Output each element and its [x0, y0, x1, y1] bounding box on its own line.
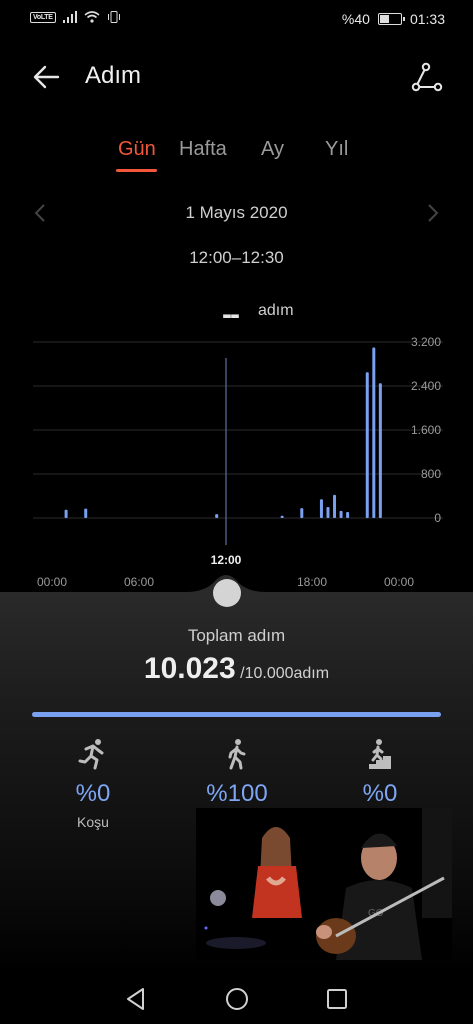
tab-month[interactable]: Ay — [261, 138, 284, 161]
tab-year[interactable]: Yıl — [325, 138, 348, 161]
goal-progress-fill — [32, 712, 441, 717]
selected-value: -- adım — [0, 288, 473, 331]
x-tick-label: 00:00 — [384, 575, 414, 589]
running-percent: %0 — [75, 780, 111, 807]
chevron-right-icon[interactable] — [425, 202, 441, 224]
stairs-icon — [369, 739, 391, 769]
system-nav-bar — [0, 972, 473, 1024]
vibrate-icon — [107, 11, 120, 23]
chart-bar — [84, 508, 88, 518]
chart-bar — [378, 383, 382, 518]
activity-stairs[interactable]: %0 — [330, 738, 430, 808]
battery-icon — [377, 13, 405, 25]
x-tick-label: 18:00 — [297, 575, 327, 589]
chart-bar — [365, 372, 369, 518]
chart-bar — [319, 499, 323, 518]
nav-back-icon[interactable] — [123, 986, 149, 1012]
date-navigator: 1 Mayıs 2020 — [0, 198, 473, 228]
chart-bar — [280, 515, 284, 518]
wifi-icon — [84, 11, 100, 23]
y-tick-label: 3.200 — [411, 335, 441, 349]
signal-icon — [62, 11, 77, 23]
share-icon[interactable] — [411, 62, 443, 92]
walking-icon — [228, 739, 246, 770]
total-steps-label: Toplam adım — [187, 626, 286, 645]
y-tick-label: 1.600 — [411, 423, 441, 437]
stairs-percent: %0 — [362, 780, 398, 807]
page-title: Adım — [85, 62, 142, 89]
total-steps-goal: /10.000adım — [240, 665, 330, 682]
activity-running[interactable]: %0 Koşu — [43, 738, 143, 830]
x-tick-label: 06:00 — [124, 575, 154, 589]
chart-bar — [215, 514, 219, 518]
steps-chart[interactable]: 3.200 2.400 1.600 800 0 00:00 06:00 12:00 18:00 0… — [0, 330, 473, 592]
activity-walking[interactable]: %100 — [187, 738, 287, 808]
video-overlay: GO — [196, 808, 452, 960]
running-icon — [78, 739, 104, 770]
time-scrubber-handle[interactable] — [213, 579, 241, 607]
y-tick-label: 2.400 — [411, 379, 441, 393]
chart-bar — [326, 507, 330, 518]
x-tick-label: 00:00 — [37, 575, 67, 589]
selected-steps-unit: adım — [258, 302, 294, 319]
chart-bar — [333, 494, 337, 518]
status-bar: VoLTE %40 01:33 — [0, 0, 473, 40]
y-tick-label: 800 — [421, 467, 441, 481]
date-label: 1 Mayıs 2020 — [185, 203, 288, 222]
chart-bar — [346, 511, 350, 518]
arrow-left-icon[interactable] — [30, 62, 64, 92]
volte-indicator: VoLTE — [30, 11, 56, 23]
time-range-label: 12:00–12:30 — [189, 248, 284, 267]
running-label: Koşu — [77, 814, 109, 830]
total-steps-value: 10.023 — [143, 652, 236, 685]
chart-bar — [372, 347, 376, 518]
period-tabs: Gün Hafta Ay Yıl — [0, 138, 473, 178]
clock: 01:33 — [409, 11, 445, 27]
tab-day[interactable]: Gün — [118, 138, 156, 161]
chart-bar — [339, 510, 343, 518]
active-tab-indicator — [116, 169, 157, 172]
selected-steps-value: -- — [222, 298, 240, 331]
y-tick-label: 0 — [434, 511, 441, 525]
chart-bar — [300, 508, 304, 518]
nav-home-icon[interactable] — [224, 986, 250, 1012]
tab-week[interactable]: Hafta — [179, 138, 227, 161]
app-header: Adım — [0, 50, 473, 106]
goal-progress-bar — [32, 712, 441, 717]
chart-bar — [64, 509, 68, 518]
nav-recents-icon[interactable] — [324, 986, 350, 1012]
total-steps: 10.023 /10.000adım — [0, 652, 473, 686]
selected-time-tick: 12:00 — [211, 553, 242, 567]
battery-percent: %40 — [341, 11, 370, 27]
walking-percent: %100 — [206, 780, 268, 807]
